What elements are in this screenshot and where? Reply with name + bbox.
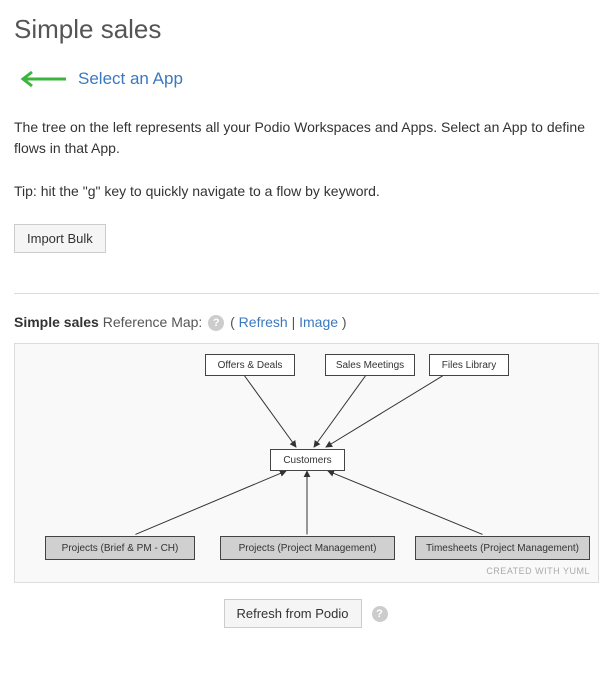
image-link[interactable]: Image <box>299 314 338 330</box>
import-bulk-button[interactable]: Import Bulk <box>14 224 106 253</box>
reference-map-diagram: Offers & Deals Sales Meetings Files Libr… <box>14 343 599 583</box>
diagram-node: Timesheets (Project Management) <box>415 536 590 560</box>
page-title: Simple sales <box>14 14 599 45</box>
refmap-title-suffix: Reference Map: <box>103 314 203 330</box>
select-app-link[interactable]: Select an App <box>78 69 183 89</box>
diagram-node: Projects (Project Management) <box>220 536 395 560</box>
refresh-link[interactable]: Refresh <box>239 314 288 330</box>
arrow-left-icon <box>20 70 68 88</box>
help-icon[interactable]: ? <box>208 315 224 331</box>
select-app-row: Select an App <box>20 69 599 89</box>
refmap-separator: | <box>288 314 299 330</box>
diagram-node: Offers & Deals <box>205 354 295 376</box>
refresh-row: Refresh from Podio ? <box>14 599 599 628</box>
refmap-title-prefix: Simple sales <box>14 314 99 330</box>
section-divider <box>14 293 599 294</box>
diagram-node: Files Library <box>429 354 509 376</box>
refmap-header: Simple sales Reference Map: ? ( Refresh … <box>14 314 599 331</box>
diagram-node: Projects (Brief & PM - CH) <box>45 536 195 560</box>
refresh-from-podio-button[interactable]: Refresh from Podio <box>224 599 362 628</box>
diagram-node: Sales Meetings <box>325 354 415 376</box>
diagram-credit: CREATED WITH YUML <box>486 566 590 576</box>
refmap-paren-open: ( <box>230 314 239 330</box>
help-icon[interactable]: ? <box>372 606 388 622</box>
intro-text: The tree on the left represents all your… <box>14 117 599 159</box>
diagram-node-center: Customers <box>270 449 345 471</box>
tip-text: Tip: hit the "g" key to quickly navigate… <box>14 181 599 202</box>
refmap-paren-close: ) <box>338 314 347 330</box>
